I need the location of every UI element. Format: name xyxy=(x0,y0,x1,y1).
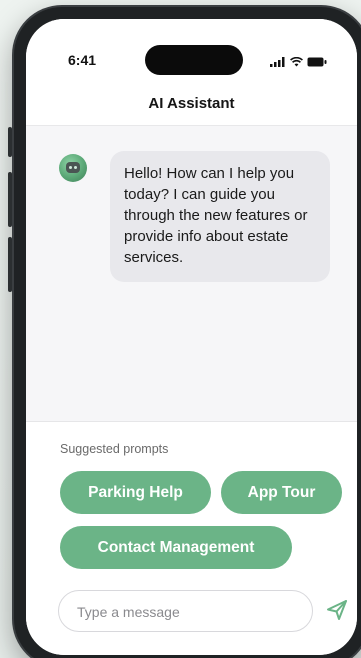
page-title: AI Assistant xyxy=(148,95,235,112)
chat-header: AI Assistant xyxy=(26,81,357,126)
signal-icon xyxy=(270,54,286,72)
suggestions-label: Suggested prompts xyxy=(60,442,169,456)
assistant-message-bubble: Hello! How can I help you today? I can g… xyxy=(110,151,330,282)
send-button[interactable] xyxy=(324,599,350,625)
side-button xyxy=(8,127,12,157)
status-bar: 6:41 xyxy=(26,19,357,81)
battery-icon xyxy=(307,54,327,72)
message-input[interactable] xyxy=(75,591,299,632)
phone-frame: 6:41 AI Assistant Hello! How can I help … xyxy=(8,7,361,658)
side-button xyxy=(8,172,12,227)
background: 6:41 AI Assistant Hello! How can I help … xyxy=(0,0,361,658)
wifi-icon xyxy=(290,54,303,72)
assistant-avatar xyxy=(59,154,87,182)
suggestion-chip-parking-help[interactable]: Parking Help xyxy=(60,471,211,514)
status-icons xyxy=(270,54,327,72)
side-button xyxy=(8,237,12,292)
dynamic-island xyxy=(145,45,243,75)
robot-icon xyxy=(66,162,80,173)
suggestion-chip-app-tour[interactable]: App Tour xyxy=(221,471,342,514)
phone-screen: 6:41 AI Assistant Hello! How can I help … xyxy=(26,19,357,655)
status-time: 6:41 xyxy=(68,52,97,68)
message-composer xyxy=(58,590,313,632)
send-icon xyxy=(326,599,348,626)
suggestion-chip-contact-management[interactable]: Contact Management xyxy=(60,526,292,569)
